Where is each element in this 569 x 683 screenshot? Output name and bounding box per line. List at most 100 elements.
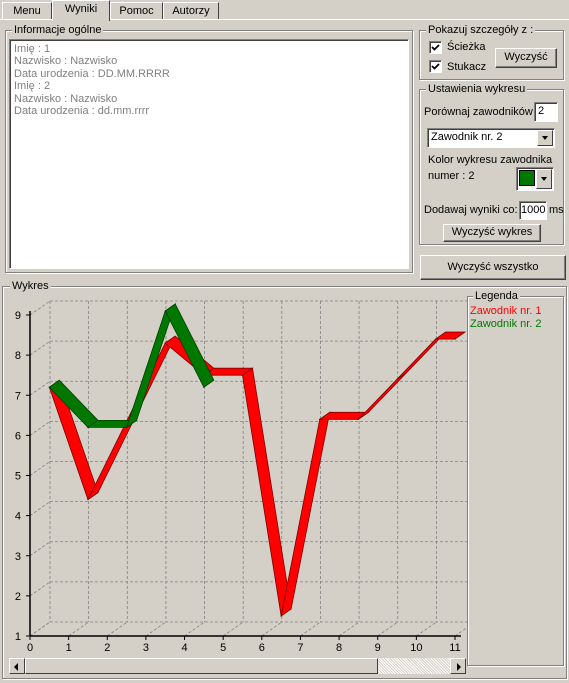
grid-line-depth bbox=[29, 380, 51, 396]
color-dropdown-button[interactable] bbox=[536, 169, 552, 189]
info-group-title: Informacje ogólne bbox=[12, 23, 104, 37]
add-results-input-value: 1000 bbox=[521, 204, 546, 216]
compare-input-value: 2 bbox=[538, 105, 545, 117]
info-group: Informacje ogólne Imię : 1 Nazwisko : Na… bbox=[5, 23, 413, 273]
scroll-right-button[interactable] bbox=[450, 658, 466, 674]
series-point bbox=[203, 386, 205, 388]
x-tick-label: 7 bbox=[297, 642, 303, 654]
add-results-label: Dodawaj wyniki co: bbox=[424, 204, 518, 216]
grid-line-floor bbox=[68, 621, 89, 637]
series-point bbox=[319, 418, 321, 420]
scroll-thumb[interactable] bbox=[25, 658, 378, 674]
y-tick-label: 5 bbox=[15, 471, 21, 483]
scroll-track[interactable] bbox=[378, 658, 450, 674]
info-line: Nazwisko : Nazwisko bbox=[14, 55, 118, 68]
y-tick-label: 4 bbox=[15, 511, 21, 523]
series-point bbox=[454, 338, 456, 340]
grid-line-depth bbox=[29, 340, 51, 356]
grid-line-floor bbox=[416, 621, 437, 637]
scroll-left-button[interactable] bbox=[9, 658, 25, 674]
grid-line-depth bbox=[29, 501, 51, 516]
x-tick-label: 11 bbox=[449, 642, 460, 654]
series-point bbox=[396, 378, 398, 380]
tab-pomoc[interactable]: Pomoc bbox=[110, 2, 163, 20]
chart-settings-title: Ustawienia wykresu bbox=[426, 82, 528, 96]
color-label-line1: Kolor wykresu zawodnika bbox=[428, 154, 553, 166]
grid-line-depth bbox=[29, 581, 51, 597]
x-tick-label: 3 bbox=[143, 642, 149, 654]
series-point bbox=[164, 342, 166, 344]
grid-line-depth bbox=[29, 541, 51, 557]
x-tick-label: 9 bbox=[375, 642, 381, 654]
grid-line-floor bbox=[454, 627, 467, 637]
details-group: Pokazuj szczegóły z : Ścieżka Stukacz Wy… bbox=[419, 23, 564, 80]
info-line: Nazwisko : Nazwisko bbox=[14, 92, 118, 105]
y-tick-label: 9 bbox=[15, 310, 21, 322]
chevron-down-icon bbox=[541, 177, 547, 181]
knocker-checkbox[interactable] bbox=[429, 60, 442, 73]
knocker-checkbox-label[interactable]: Stukacz bbox=[447, 61, 486, 74]
y-tick-label: 7 bbox=[15, 390, 21, 402]
info-line: Data urodzenia : dd.mm.rrrr bbox=[14, 105, 150, 118]
color-label-line2: numer : 2 bbox=[428, 170, 475, 182]
chart-group: Wykres Legenda Zawodnik nr. 1 Zawodnik n… bbox=[2, 279, 567, 679]
info-memo[interactable]: Imię : 1 Nazwisko : Nazwisko Data urodze… bbox=[9, 39, 409, 269]
clear-all-button[interactable]: Wyczyść wszystko bbox=[420, 255, 566, 280]
series-point bbox=[87, 426, 89, 428]
info-line: Imię : 2 bbox=[14, 80, 51, 93]
x-tick-label: 10 bbox=[410, 642, 422, 654]
series-point bbox=[164, 310, 166, 312]
add-results-input[interactable]: 1000 bbox=[519, 201, 547, 220]
path-checkbox-label[interactable]: Ścieżka bbox=[447, 41, 486, 54]
y-tick-label: 3 bbox=[15, 551, 21, 563]
info-line: Imię : 1 bbox=[14, 43, 51, 55]
arrow-right-icon bbox=[457, 662, 461, 671]
results-chart: 1234567890 1 2 3 4 5 6 7 8 9 10 11 bbox=[15, 300, 467, 654]
x-tick-label: 8 bbox=[336, 642, 342, 654]
chart-settings-group: Ustawienia wykresu Porównaj zawodników 2… bbox=[419, 82, 564, 245]
grid-line-floor bbox=[377, 621, 398, 637]
tab-bar: Menu Wyniki Pomoc Autorzy bbox=[0, 0, 569, 21]
grid-line-depth bbox=[29, 461, 51, 476]
series-point bbox=[125, 426, 128, 428]
x-tick-label: 0 bbox=[27, 642, 33, 654]
compare-label: Porównaj zawodników bbox=[424, 106, 533, 118]
x-tick-label: 2 bbox=[104, 642, 110, 654]
series-point bbox=[48, 386, 50, 388]
grid-line-floor bbox=[222, 621, 244, 637]
grid-line-floor bbox=[338, 621, 360, 637]
compare-input[interactable]: 2 bbox=[534, 102, 558, 122]
tab-wyniki[interactable]: Wyniki bbox=[52, 0, 110, 21]
y-tick-label: 8 bbox=[15, 350, 21, 362]
check-icon bbox=[431, 63, 440, 70]
color-picker[interactable] bbox=[516, 167, 554, 191]
tab-autorzy[interactable]: Autorzy bbox=[163, 2, 219, 20]
color-swatch bbox=[519, 170, 535, 186]
path-checkbox[interactable] bbox=[429, 41, 442, 54]
player-select-value: Zawodnik nr. 2 bbox=[431, 131, 503, 143]
series-point bbox=[435, 338, 437, 340]
grid-line-floor bbox=[261, 621, 283, 637]
check-icon bbox=[431, 44, 440, 51]
grid-line-floor bbox=[145, 621, 167, 637]
player-select[interactable]: Zawodnik nr. 2 bbox=[427, 128, 555, 148]
grid-line-floor bbox=[184, 621, 205, 637]
arrow-left-icon bbox=[14, 662, 18, 671]
grid-line-floor bbox=[300, 621, 321, 637]
chart-grid bbox=[29, 300, 467, 637]
legend-group: Legenda Zawodnik nr. 1 Zawodnik nr. 2 bbox=[467, 289, 564, 666]
info-memo-text: Imię : 1 Nazwisko : Nazwisko Data urodze… bbox=[14, 43, 170, 117]
tab-menu[interactable]: Menu bbox=[2, 2, 52, 20]
y-tick-label: 1 bbox=[15, 631, 21, 643]
chevron-down-icon bbox=[542, 136, 548, 140]
grid-line-depth bbox=[29, 421, 51, 436]
clear-chart-button[interactable]: Wyczyść wykres bbox=[443, 224, 541, 242]
player-select-dropdown-button[interactable] bbox=[537, 130, 553, 146]
y-tick-label: 2 bbox=[15, 591, 21, 603]
series-point bbox=[87, 498, 89, 501]
legend-title: Legenda bbox=[473, 289, 520, 303]
x-tick-label: 1 bbox=[66, 642, 72, 654]
clear-details-button[interactable]: Wyczyść bbox=[495, 48, 557, 68]
legend-item-player-2: Zawodnik nr. 2 bbox=[470, 318, 542, 330]
chart-scrollbar[interactable] bbox=[9, 658, 466, 674]
